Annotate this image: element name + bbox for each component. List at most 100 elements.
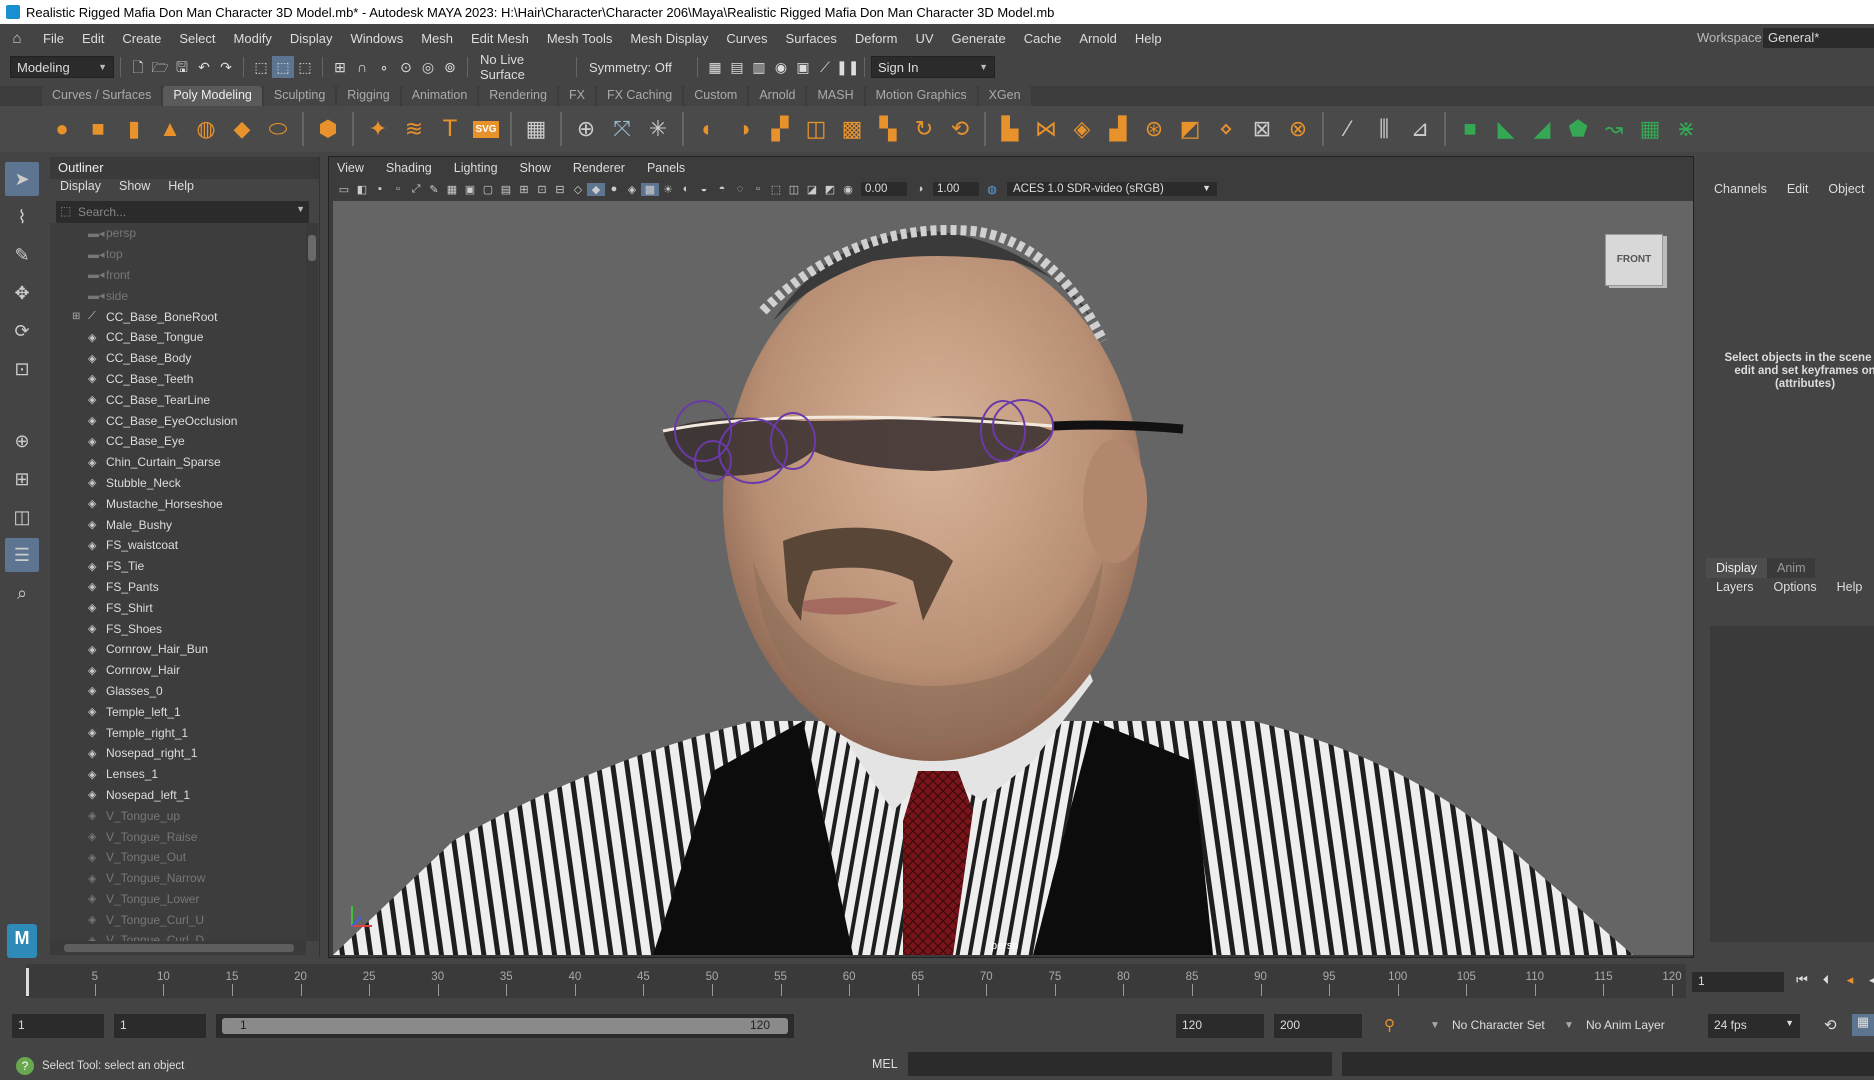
outliner-item[interactable]: ◈ V_Tongue_up	[50, 805, 306, 826]
layer-list[interactable]	[1710, 626, 1874, 942]
outliner-item[interactable]: ▬◂ front	[50, 265, 306, 286]
extract-icon[interactable]: ▞	[762, 111, 798, 147]
shelf-tab-mash[interactable]: MASH	[807, 86, 864, 106]
outliner-item[interactable]: ◈ Temple_right_1	[50, 722, 306, 743]
menu-edit-mesh[interactable]: Edit Mesh	[462, 31, 538, 46]
shelf-tab-animation[interactable]: Animation	[401, 86, 478, 106]
layer-menu-layers[interactable]: Layers	[1716, 580, 1754, 594]
viewport-menu-show[interactable]: Show	[520, 161, 551, 175]
reduce-icon[interactable]: ▚	[870, 111, 906, 147]
mirror-icon[interactable]: ◫	[798, 111, 834, 147]
default-material-icon[interactable]: ●	[605, 183, 623, 195]
target-weld-icon[interactable]: ⊿	[1402, 111, 1438, 147]
menu-deform[interactable]: Deform	[846, 31, 907, 46]
outliner-item[interactable]: ◈ V_Tongue_Curl_U	[50, 909, 306, 930]
depth-of-field-icon[interactable]: ▫	[749, 183, 767, 195]
step-back-key-icon[interactable]: ⏴	[1814, 972, 1838, 988]
multi-cut-icon[interactable]: ⁄	[1330, 111, 1366, 147]
render-settings-icon[interactable]: ▥	[748, 56, 770, 78]
step-back-frame-icon[interactable]: ◂	[1838, 972, 1862, 988]
auto-key-icon[interactable]: ⚲	[1384, 1016, 1395, 1034]
render-ipr-icon[interactable]: ▤	[726, 56, 748, 78]
channel-menu-edit[interactable]: Edit	[1787, 182, 1809, 196]
playback-end-field[interactable]: 120	[1176, 1014, 1264, 1038]
scrollbar-thumb[interactable]	[64, 944, 294, 952]
play-backwards-icon[interactable]: ◀	[1862, 972, 1874, 988]
menu-generate[interactable]: Generate	[943, 31, 1015, 46]
select-tool-icon[interactable]: ➤	[5, 162, 39, 196]
outliner-item[interactable]: ◈ CC_Base_TearLine	[50, 389, 306, 410]
menu-curves[interactable]: Curves	[717, 31, 776, 46]
field-chart-icon[interactable]: ⊞	[515, 183, 533, 196]
use-lights-icon[interactable]: ☀	[659, 183, 677, 196]
range-slider-handle[interactable]	[222, 1018, 788, 1034]
color-space-dropdown[interactable]: ACES 1.0 SDR-video (sRGB) ▼	[1007, 182, 1217, 196]
character-set-dropdown[interactable]: No Character Set	[1446, 1014, 1570, 1038]
mel-command-input[interactable]	[908, 1052, 1332, 1076]
current-time-indicator[interactable]	[26, 968, 29, 996]
circularize-icon[interactable]: ⋄	[1208, 111, 1244, 147]
poly-torus-icon[interactable]: ◍	[188, 111, 224, 147]
menu-uv[interactable]: UV	[906, 31, 942, 46]
outliner-item[interactable]: ◈ V_Tongue_Lower	[50, 889, 306, 910]
fill-hole-icon[interactable]: ▟	[1100, 111, 1136, 147]
menu-arnold[interactable]: Arnold	[1070, 31, 1126, 46]
live-surface-field[interactable]: No Live Surface	[474, 52, 570, 82]
shelf-tab-curves-surfaces[interactable]: Curves / Surfaces	[42, 86, 162, 106]
menu-mesh[interactable]: Mesh	[412, 31, 462, 46]
viewport-menu-panels[interactable]: Panels	[647, 161, 685, 175]
collapse-icon[interactable]: ⊗	[1280, 111, 1316, 147]
outliner-item[interactable]: ◈ Stubble_Neck	[50, 473, 306, 494]
shelf-tab-poly-modeling[interactable]: Poly Modeling	[163, 86, 262, 106]
move-tool-icon[interactable]: ✥	[5, 276, 39, 310]
outliner-item[interactable]: ◈ Mustache_Horseshoe	[50, 493, 306, 514]
chevron-down-icon[interactable]: ▼	[296, 204, 305, 214]
viewport-menu-shading[interactable]: Shading	[386, 161, 432, 175]
remesh-icon[interactable]: ↻	[906, 111, 942, 147]
layer-menu-options[interactable]: Options	[1774, 580, 1817, 594]
gamma-field[interactable]: 1.00	[933, 182, 979, 196]
smooth-icon[interactable]: ▩	[834, 111, 870, 147]
viewport-menu-lighting[interactable]: Lighting	[454, 161, 498, 175]
resolution-gate-icon[interactable]: ▢	[479, 183, 497, 196]
current-frame-field[interactable]: 1	[1692, 972, 1784, 992]
shelf-tab-motion-graphics[interactable]: Motion Graphics	[865, 86, 977, 106]
scale-tool-icon[interactable]: ⊡	[5, 352, 39, 386]
open-scene-icon[interactable]: 🗁	[149, 56, 171, 78]
film-gate-icon[interactable]: ▣	[461, 183, 479, 196]
motion-blur-icon[interactable]: ◓	[713, 183, 731, 195]
shelf-tab-custom[interactable]: Custom	[684, 86, 748, 106]
outliner-item[interactable]: ◈ V_Tongue_Out	[50, 847, 306, 868]
layer-tab-anim[interactable]: Anim	[1767, 558, 1816, 578]
range-slider[interactable]: 1 120	[216, 1014, 794, 1038]
symmetry-dropdown[interactable]: Symmetry: Off	[583, 56, 691, 78]
time-slider-track[interactable]: 5 10 15 20 25 30 35 40 45 50 55 60 65 70 75 80 85 90 95 100…	[26, 964, 1686, 998]
outliner-item[interactable]: ◈ CC_Base_Eye	[50, 431, 306, 452]
save-scene-icon[interactable]: 🖫	[171, 56, 193, 78]
layout-outliner-persp-icon[interactable]: ☰	[5, 538, 39, 572]
grease-pencil-icon[interactable]: ✎	[425, 183, 443, 196]
layer-menu-help[interactable]: Help	[1837, 580, 1863, 594]
3d-viewport[interactable]: FRONT persp	[333, 201, 1693, 955]
outliner-item[interactable]: ▬◂ top	[50, 244, 306, 265]
xray-joints-icon[interactable]: ◩	[821, 183, 839, 196]
outliner-menu-help[interactable]: Help	[168, 179, 194, 199]
workspace-dropdown[interactable]: General*	[1763, 28, 1874, 48]
fps-dropdown[interactable]: 24 fps ▼	[1708, 1014, 1800, 1038]
menu-cache[interactable]: Cache	[1015, 31, 1071, 46]
bookmark-icon[interactable]: ▪	[371, 183, 389, 195]
outliner-item[interactable]: ◈ CC_Base_Body	[50, 348, 306, 369]
render-frame-icon[interactable]: ▦	[704, 56, 726, 78]
uv-spherical-icon[interactable]: ◢	[1524, 111, 1560, 147]
xray-icon[interactable]: ◫	[785, 183, 803, 196]
outliner-item[interactable]: ◈ FS_Shirt	[50, 597, 306, 618]
smooth-shade-icon[interactable]: ◆	[587, 182, 605, 196]
outliner-item[interactable]: ◈ FS_Pants	[50, 577, 306, 598]
menu-modify[interactable]: Modify	[225, 31, 281, 46]
append-polygon-icon[interactable]: ⊛	[1136, 111, 1172, 147]
outliner-item[interactable]: ◈ Chin_Curtain_Sparse	[50, 452, 306, 473]
outliner-item[interactable]: ◈ Nosepad_left_1	[50, 785, 306, 806]
color-management-icon[interactable]: ◍	[983, 183, 1001, 196]
platonic-solid-icon[interactable]: ⬢	[310, 111, 346, 147]
viewcube[interactable]: FRONT	[1605, 234, 1663, 286]
